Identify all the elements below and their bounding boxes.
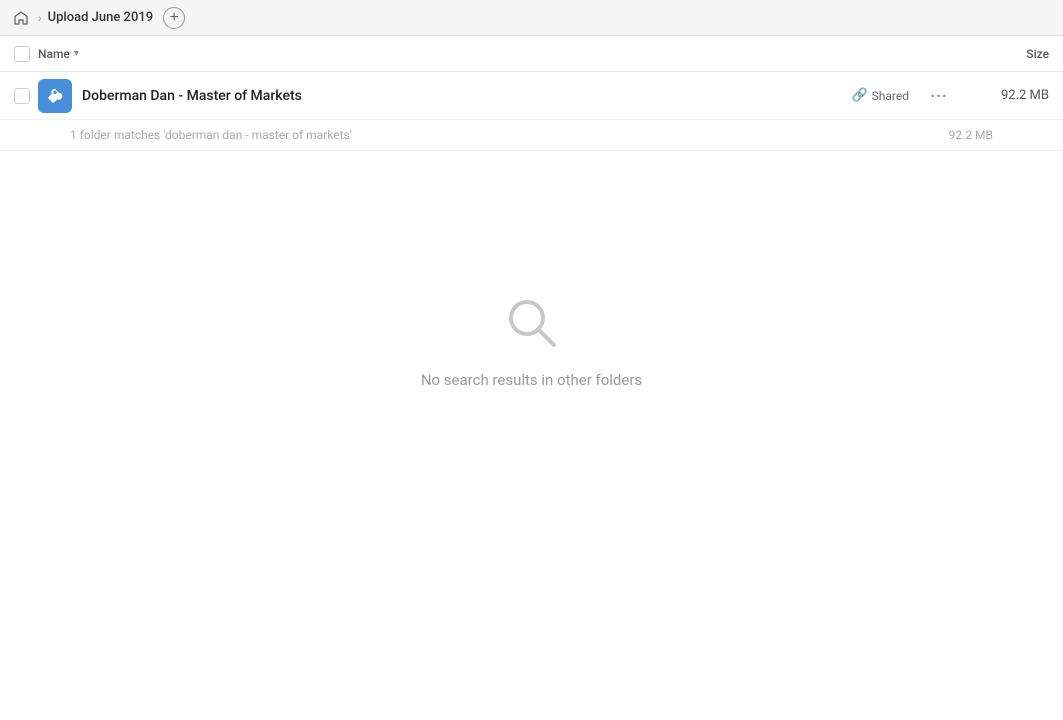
shared-label: Shared bbox=[872, 89, 909, 103]
shared-badge: 🔗 Shared bbox=[851, 88, 909, 103]
empty-state-message: No search results in other folders bbox=[421, 371, 642, 389]
empty-search-icon bbox=[500, 291, 564, 355]
empty-state: No search results in other folders bbox=[0, 291, 1063, 389]
home-button[interactable] bbox=[10, 7, 32, 29]
size-column-header: Size bbox=[969, 47, 1049, 61]
select-all-checkbox[interactable] bbox=[14, 46, 38, 62]
more-options-button[interactable]: ··· bbox=[925, 82, 953, 110]
match-info-text: 1 folder matches 'doberman dan - master … bbox=[70, 128, 352, 142]
checkbox-icon bbox=[14, 46, 30, 62]
row-checkbox[interactable] bbox=[14, 88, 38, 104]
file-name: Doberman Dan - Master of Markets bbox=[82, 88, 851, 104]
header-bar: › Upload June 2019 + bbox=[0, 0, 1063, 36]
file-icon bbox=[38, 79, 72, 113]
link-icon: 🔗 bbox=[851, 88, 867, 103]
match-size: 92.2 MB bbox=[949, 128, 993, 142]
checkbox-icon bbox=[14, 88, 30, 104]
breadcrumb-separator: › bbox=[38, 11, 42, 25]
file-row[interactable]: Doberman Dan - Master of Markets 🔗 Share… bbox=[0, 72, 1063, 120]
sort-icon: ▾ bbox=[74, 48, 79, 59]
match-info-row: 92.2 MB 1 folder matches 'doberman dan -… bbox=[0, 120, 1063, 151]
add-button[interactable]: + bbox=[163, 7, 185, 29]
breadcrumb-title: Upload June 2019 bbox=[48, 10, 154, 25]
file-size: 92.2 MB bbox=[969, 88, 1049, 103]
column-headers: Name ▾ Size bbox=[0, 36, 1063, 72]
name-column-header[interactable]: Name ▾ bbox=[38, 47, 969, 61]
